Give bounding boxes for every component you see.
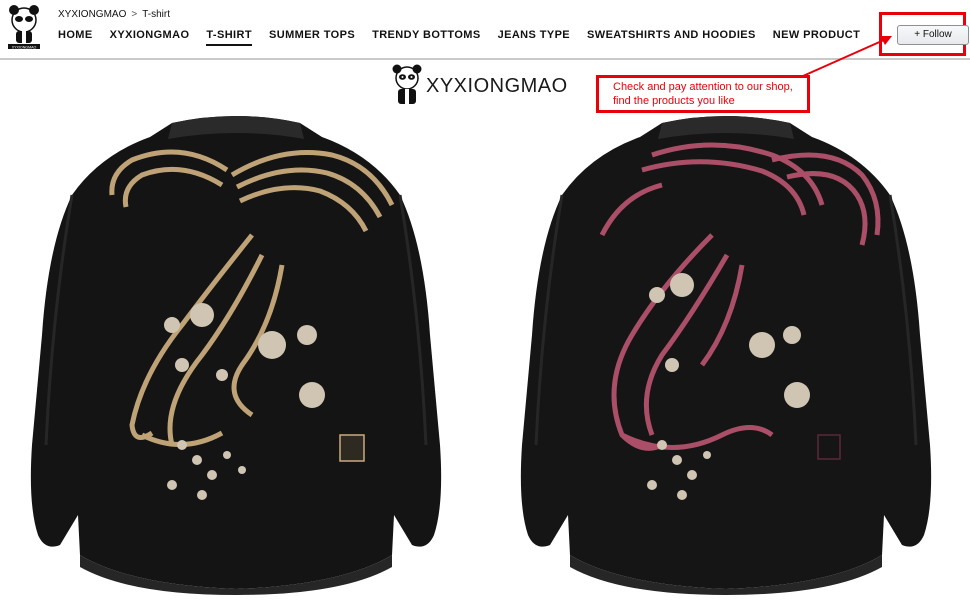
logo-caption: XYXIONGMAO: [12, 46, 37, 50]
brand-banner: XYXIONGMAO: [392, 64, 568, 108]
breadcrumb-store-link[interactable]: XYXIONGMAO: [58, 9, 126, 20]
breadcrumb-current[interactable]: T-shirt: [142, 9, 170, 20]
nav-item-trendy-bottoms[interactable]: TRENDY BOTTOMS: [372, 29, 480, 46]
annotation-line-1: Check and pay attention to our shop,: [613, 81, 793, 93]
store-nav: HOME XYXIONGMAO T-SHIRT SUMMER TOPS TREN…: [58, 29, 877, 46]
product-image-pink-phoenix-jacket[interactable]: [512, 115, 940, 595]
panda-logo-icon[interactable]: XYXIONGMAO: [6, 4, 42, 50]
nav-item-xyxiongmao[interactable]: XYXIONGMAO: [110, 29, 190, 46]
nav-item-jeans-type[interactable]: JEANS TYPE: [498, 29, 570, 46]
annotation-line-2: find the products you like: [613, 95, 735, 107]
follow-button[interactable]: + Follow: [897, 25, 969, 45]
arrow-icon: [802, 36, 892, 77]
breadcrumb: XYXIONGMAO > T-shirt: [58, 9, 170, 20]
breadcrumb-separator: >: [131, 9, 138, 20]
nav-item-summer-tops[interactable]: SUMMER TOPS: [269, 29, 355, 46]
nav-item-home[interactable]: HOME: [58, 29, 93, 46]
nav-item-t-shirt[interactable]: T-SHIRT: [206, 29, 252, 46]
panda-brand-icon: [392, 64, 422, 104]
nav-item-sweatshirts-and-hoodies[interactable]: SWEATSHIRTS AND HOODIES: [587, 29, 756, 46]
brand-name: XYXIONGMAO: [426, 74, 568, 97]
shop-annotation-callout: Check and pay attention to our shop, fin…: [596, 75, 810, 113]
product-image-gold-phoenix-jacket[interactable]: [22, 115, 450, 595]
